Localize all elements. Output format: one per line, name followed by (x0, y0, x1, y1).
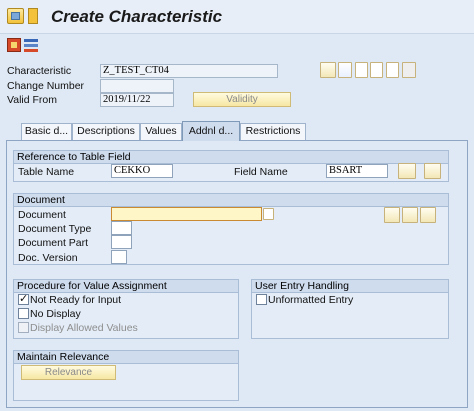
unformatted-checkbox[interactable] (256, 294, 267, 305)
refresh-icon[interactable] (424, 163, 441, 179)
tab-restrictions[interactable]: Restrictions (240, 123, 306, 140)
document-part-label: Document Part (18, 237, 89, 249)
relevance-button[interactable]: Relevance (21, 365, 116, 380)
doc-version-label: Doc. Version (18, 252, 78, 264)
change-number-label: Change Number (7, 80, 85, 92)
valid-from-field[interactable]: 2019/11/22 (100, 93, 174, 107)
display-allowed-label: Display Allowed Values (30, 322, 138, 334)
menu-icon[interactable] (7, 8, 24, 24)
tab-descriptions[interactable]: Descriptions (72, 123, 140, 140)
not-ready-label: Not Ready for Input (30, 294, 122, 306)
tab-values[interactable]: Values (140, 123, 182, 140)
user-entry-group-title: User Entry Handling (252, 280, 448, 293)
document-display-icon[interactable] (384, 207, 400, 223)
unformatted-label: Unformatted Entry (268, 294, 354, 306)
table-name-field[interactable]: CEKKO (111, 164, 173, 178)
document-label: Document (18, 209, 66, 221)
where-used-icon[interactable] (320, 62, 336, 78)
tab-strip: Basic d... Descriptions Values Addnl d..… (6, 121, 466, 141)
characteristic-label: Characteristic (7, 65, 72, 77)
other-characteristic-icon[interactable] (7, 38, 21, 52)
field-name-label: Field Name (234, 166, 288, 178)
characteristic-field[interactable]: Z_TEST_CT04 (100, 64, 278, 78)
document-group-title: Document (14, 194, 448, 207)
document-field[interactable] (111, 207, 262, 221)
application-toolbar (0, 34, 474, 58)
reference-group-title: Reference to Table Field (14, 151, 448, 164)
valid-from-label: Valid From (7, 94, 57, 106)
display-change-icon[interactable] (24, 38, 38, 52)
copy-icon[interactable] (370, 62, 383, 78)
delete-icon[interactable] (402, 62, 416, 78)
edit-icon[interactable] (338, 62, 352, 78)
document-icon[interactable] (355, 62, 368, 78)
field-name-field[interactable]: BSART (326, 164, 388, 178)
change-number-field[interactable] (100, 79, 174, 93)
search-help-icon[interactable] (263, 208, 274, 220)
not-ready-checkbox[interactable] (18, 292, 29, 305)
document-part-field[interactable] (111, 235, 132, 249)
no-display-checkbox[interactable] (18, 308, 29, 319)
binoculars-icon[interactable] (420, 207, 436, 223)
title-bar: Create Characteristic (0, 0, 474, 34)
doc-version-field[interactable] (111, 250, 127, 264)
app-menu-icon[interactable] (28, 8, 38, 24)
table-name-label: Table Name (18, 166, 75, 178)
display-allowed-checkbox[interactable] (18, 322, 29, 333)
tab-additional-data[interactable]: Addnl d... (182, 121, 240, 141)
navigate-arrow-icon[interactable] (398, 163, 416, 179)
document-edit-icon[interactable] (402, 207, 418, 223)
no-display-label: No Display (30, 308, 81, 320)
user-entry-group: User Entry Handling (251, 279, 449, 339)
document-type-field[interactable] (111, 221, 132, 235)
page-title: Create Characteristic (51, 7, 223, 26)
relevance-group-title: Maintain Relevance (14, 351, 238, 364)
new-icon[interactable] (386, 62, 399, 78)
procedure-group-title: Procedure for Value Assignment (14, 280, 238, 293)
tab-basic-data[interactable]: Basic d... (21, 123, 72, 140)
validity-button[interactable]: Validity (193, 92, 291, 107)
document-type-label: Document Type (18, 223, 92, 235)
